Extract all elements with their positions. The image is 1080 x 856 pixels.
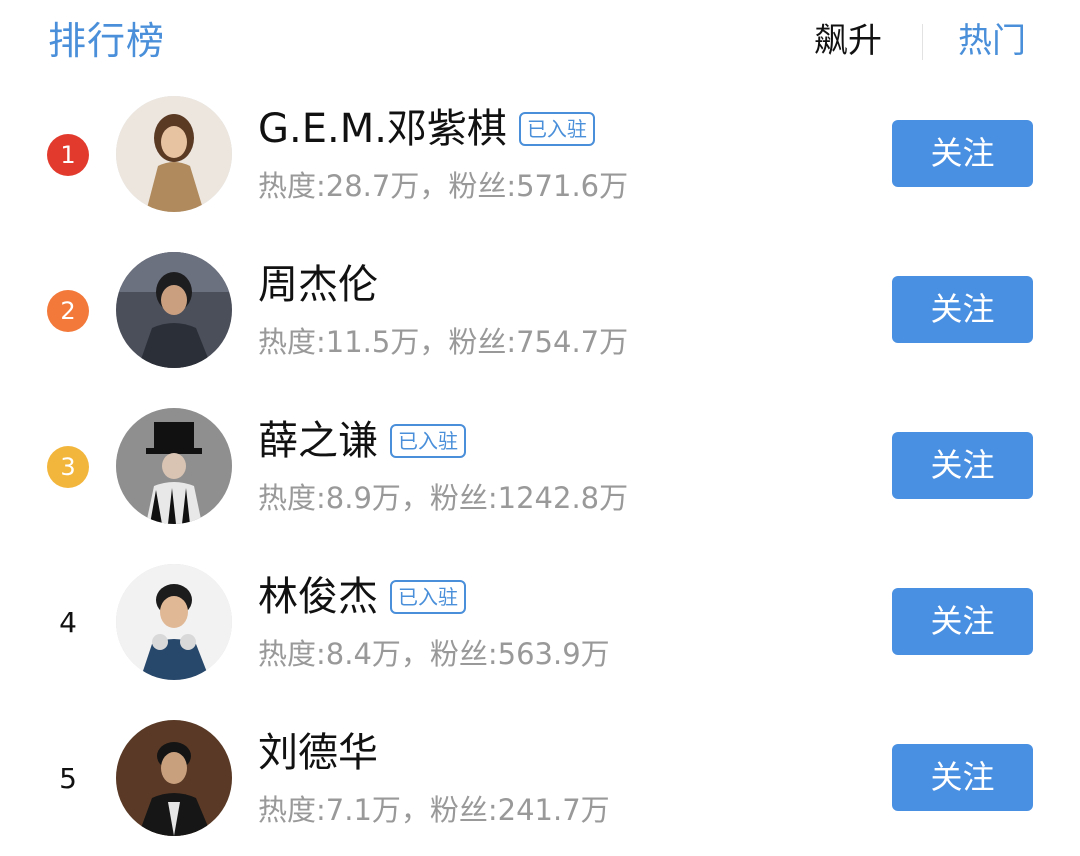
- name-line: 薛之谦 已入驻: [258, 415, 466, 467]
- avatar[interactable]: [116, 408, 232, 524]
- rank-number: 4: [59, 606, 77, 639]
- list-item[interactable]: 2 周杰伦 热度:11.5万，粉丝:754.7万 关注: [0, 232, 1080, 388]
- artist-stats: 热度:8.4万，粉丝:563.9万: [258, 637, 610, 671]
- list-item[interactable]: 4 林俊杰 已入驻 热度:8.4万，粉丝:563.9万 关注: [0, 544, 1080, 700]
- follow-button[interactable]: 关注: [892, 744, 1033, 811]
- tab-hot[interactable]: 热门: [958, 18, 1026, 64]
- avatar-image-icon: [116, 252, 232, 368]
- avatar[interactable]: [116, 564, 232, 680]
- rank-badge: 2: [47, 290, 89, 332]
- avatar[interactable]: [116, 720, 232, 836]
- tab-rising[interactable]: 飙升: [814, 18, 882, 64]
- verified-badge: 已入驻: [390, 424, 466, 458]
- avatar-image-icon: [116, 408, 232, 524]
- follow-button[interactable]: 关注: [892, 432, 1033, 499]
- artist-stats: 热度:28.7万，粉丝:571.6万: [258, 169, 629, 203]
- follow-button[interactable]: 关注: [892, 120, 1033, 187]
- name-line: G.E.M.邓紫棋 已入驻: [258, 103, 595, 155]
- follow-button[interactable]: 关注: [892, 276, 1033, 343]
- artist-stats: 热度:11.5万，粉丝:754.7万: [258, 325, 629, 359]
- artist-name[interactable]: 薛之谦: [258, 415, 378, 467]
- artist-name[interactable]: 刘德华: [258, 727, 378, 779]
- avatar-image-icon: [116, 96, 232, 212]
- artist-stats: 热度:7.1万，粉丝:241.7万: [258, 793, 610, 827]
- rank-badge: 1: [47, 134, 89, 176]
- ranking-list: 1 G.E.M.邓紫棋 已入驻 热度:28.7万，粉丝:571.6万 关注 2: [0, 76, 1080, 856]
- avatar-image-icon: [116, 564, 232, 680]
- artist-name[interactable]: G.E.M.邓紫棋: [258, 103, 507, 155]
- artist-stats: 热度:8.9万，粉丝:1242.8万: [258, 481, 629, 515]
- avatar[interactable]: [116, 252, 232, 368]
- list-item[interactable]: 5 刘德华 热度:7.1万，粉丝:241.7万 关注: [0, 700, 1080, 856]
- name-line: 林俊杰 已入驻: [258, 571, 466, 623]
- list-item[interactable]: 3 薛之谦 已入驻 热度:8.9万，粉丝:1242.8万 关注: [0, 388, 1080, 544]
- rank-number: 5: [59, 762, 77, 795]
- page-title: 排行榜: [48, 19, 166, 63]
- avatar[interactable]: [116, 96, 232, 212]
- avatar-image-icon: [116, 720, 232, 836]
- artist-name[interactable]: 周杰伦: [258, 259, 378, 311]
- name-line: 周杰伦: [258, 259, 378, 311]
- verified-badge: 已入驻: [518, 112, 595, 146]
- follow-button[interactable]: 关注: [892, 588, 1033, 655]
- rank-badge: 3: [47, 446, 89, 488]
- verified-badge: 已入驻: [390, 580, 466, 614]
- list-item[interactable]: 1 G.E.M.邓紫棋 已入驻 热度:28.7万，粉丝:571.6万 关注: [0, 76, 1080, 232]
- name-line: 刘德华: [258, 727, 378, 779]
- tab-divider: [922, 24, 923, 60]
- artist-name[interactable]: 林俊杰: [258, 571, 378, 623]
- header: 排行榜 飙升 热门: [0, 0, 1080, 86]
